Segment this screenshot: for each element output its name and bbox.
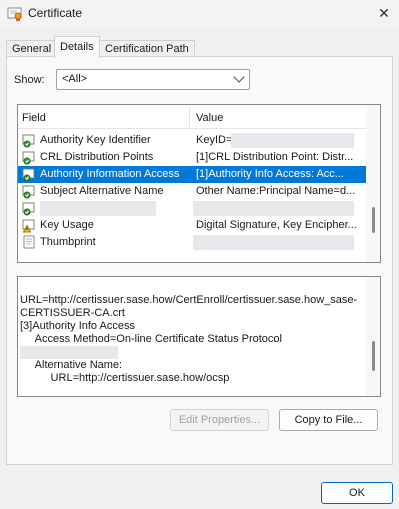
thumbprint-icon <box>22 235 37 250</box>
certificate-dialog: Certificate ✕ General Details Certificat… <box>0 0 399 509</box>
list-row[interactable]: Thumbprint <box>18 234 366 251</box>
copy-to-file-button[interactable]: Copy to File... <box>279 409 378 431</box>
column-separator[interactable] <box>189 107 190 127</box>
details-line: Access Method=On-line Certificate Status… <box>20 333 282 345</box>
list-row[interactable]: CRL Distribution Points [1]CRL Distribut… <box>18 149 366 166</box>
details-scrollbar[interactable] <box>366 277 380 396</box>
details-line: CERTISSUER-CA.crt <box>20 307 125 319</box>
list-row[interactable]: Authority Key Identifier KeyID= <box>18 132 366 149</box>
row-field: Subject Alternative Name <box>40 185 164 197</box>
redacted-value <box>231 133 354 148</box>
list-scrollbar-thumb[interactable] <box>372 207 375 233</box>
row-field: Thumbprint <box>40 236 96 248</box>
row-value: Digital Signature, Key Encipher... <box>196 219 357 231</box>
window-title: Certificate <box>28 6 83 20</box>
redacted-value <box>193 201 354 216</box>
details-textbox[interactable]: URL=http://certissuer.sase.how/CertEnrol… <box>17 276 381 397</box>
cert-extension-icon <box>22 167 37 182</box>
column-header-value[interactable]: Value <box>196 112 223 124</box>
list-header: Field Value <box>18 105 380 129</box>
edit-properties-button[interactable]: Edit Properties... <box>170 409 269 431</box>
certificate-icon <box>7 6 23 22</box>
details-line: URL=http://certissuer.sase.how/ocsp <box>20 372 230 384</box>
redacted-value <box>193 235 354 250</box>
details-line: Alternative Name: <box>20 359 123 371</box>
redacted-value <box>20 346 118 359</box>
show-dropdown[interactable]: <All> <box>56 69 250 90</box>
row-value: [1]Authority Info Access: Acc... <box>196 168 344 180</box>
show-label: Show: <box>14 74 45 86</box>
close-button[interactable]: ✕ <box>369 0 399 28</box>
row-value: Other Name:Principal Name=d... <box>196 185 356 197</box>
list-row[interactable] <box>18 200 366 217</box>
cert-extension-icon <box>22 150 37 165</box>
row-field: Authority Information Access <box>40 168 180 180</box>
cert-extension-icon <box>22 184 37 199</box>
row-field: CRL Distribution Points <box>40 151 154 163</box>
row-field: Key Usage <box>40 219 94 231</box>
list-scrollbar[interactable] <box>366 105 380 262</box>
list-row-selected[interactable]: Authority Information Access [1]Authorit… <box>18 166 366 183</box>
cert-extension-icon <box>22 201 37 216</box>
column-header-field[interactable]: Field <box>22 112 46 124</box>
list-row[interactable]: Subject Alternative Name Other Name:Prin… <box>18 183 366 200</box>
list-row[interactable]: Key Usage Digital Signature, Key Enciphe… <box>18 217 366 234</box>
title-bar: Certificate ✕ <box>0 0 399 28</box>
field-list[interactable]: Field Value Authority Key Identifier Key… <box>17 104 381 263</box>
warning-extension-icon <box>22 218 37 233</box>
redacted-field <box>40 201 156 216</box>
show-dropdown-value: <All> <box>62 73 88 85</box>
details-line: URL=http://certissuer.sase.how/CertEnrol… <box>20 294 358 306</box>
ok-button[interactable]: OK <box>321 482 393 504</box>
details-line: [3]Authority Info Access <box>20 320 135 332</box>
details-scrollbar-thumb[interactable] <box>372 341 375 371</box>
cert-extension-icon <box>22 133 37 148</box>
chevron-down-icon <box>233 71 245 83</box>
tab-details[interactable]: Details <box>54 36 100 58</box>
row-field: Authority Key Identifier <box>40 134 151 146</box>
row-value: [1]CRL Distribution Point: Distr... <box>196 151 354 163</box>
